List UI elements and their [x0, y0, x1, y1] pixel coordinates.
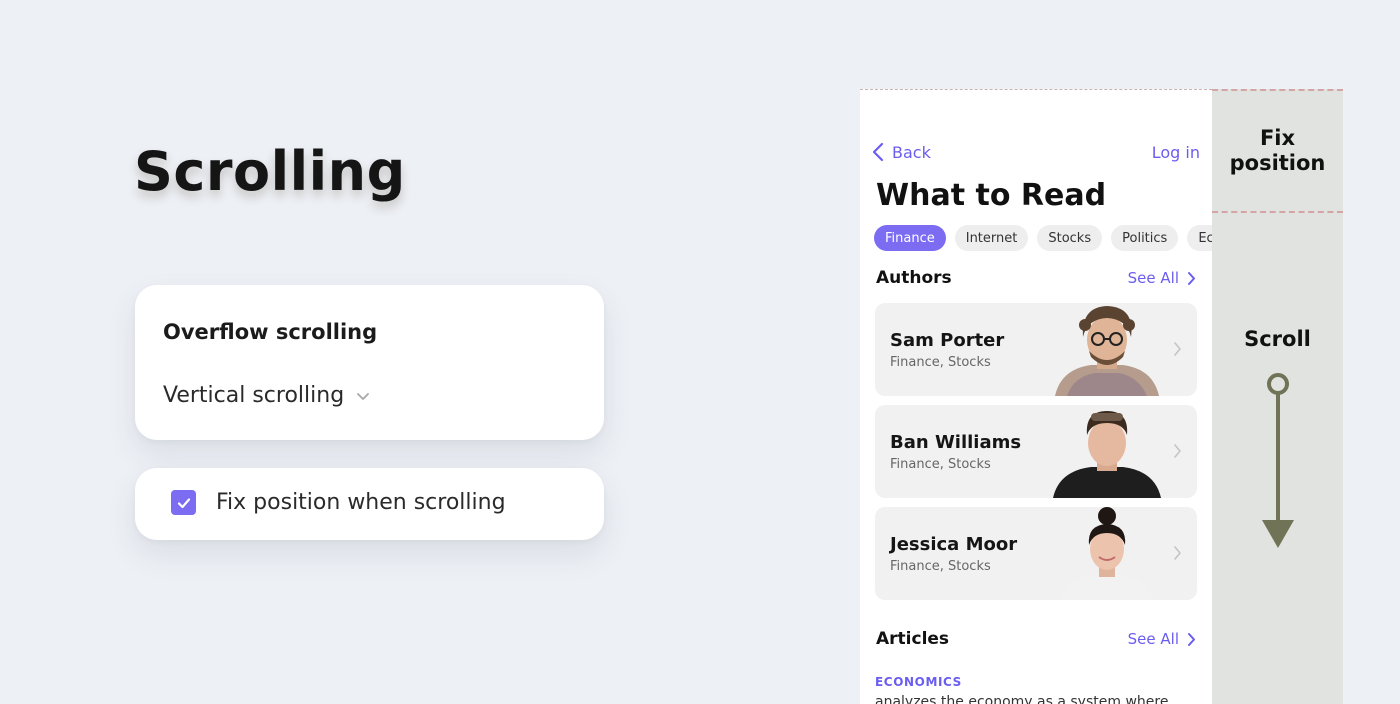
- see-all-label: See All: [1127, 269, 1179, 287]
- fix-position-panel: Fix position when scrolling: [135, 468, 604, 540]
- author-name: Ban Williams: [890, 432, 1022, 453]
- overflow-panel-title: Overflow scrolling: [163, 320, 378, 344]
- author-avatar: [1053, 411, 1161, 498]
- chevron-left-icon: [872, 142, 884, 162]
- author-card[interactable]: Ban Williams Finance, Stocks: [875, 405, 1197, 498]
- select-value: Vertical scrolling: [163, 383, 345, 408]
- fix-position-zone: Fix position: [1212, 89, 1343, 213]
- author-avatar: [1055, 306, 1159, 396]
- chip-economics[interactable]: Econ: [1187, 225, 1212, 251]
- author-name: Sam Porter: [890, 330, 1005, 351]
- chevron-right-icon: [1174, 546, 1181, 560]
- chip-politics[interactable]: Politics: [1111, 225, 1179, 251]
- chevron-right-icon: [1174, 444, 1181, 458]
- scroll-down-arrow-icon: [1262, 373, 1294, 548]
- author-avatar: [1061, 507, 1153, 600]
- fix-position-zone-label: Fix position: [1229, 126, 1326, 175]
- see-all-label: See All: [1127, 630, 1179, 648]
- phone-nav-bar: Back Log in: [872, 142, 1200, 162]
- chevron-right-icon: [1188, 271, 1195, 285]
- articles-section-header: Articles See All: [876, 629, 1196, 649]
- author-card[interactable]: Jessica Moor Finance, Stocks: [875, 507, 1197, 600]
- category-chips: Finance Internet Stocks Politics Econ: [874, 225, 1212, 251]
- back-label: Back: [892, 142, 931, 162]
- author-card[interactable]: Sam Porter Finance, Stocks: [875, 303, 1197, 396]
- chevron-right-icon: [1174, 342, 1181, 356]
- chip-internet[interactable]: Internet: [954, 225, 1029, 251]
- vertical-scrolling-select[interactable]: Vertical scrolling: [163, 383, 370, 408]
- back-button[interactable]: Back: [872, 142, 931, 162]
- phone-preview: Back Log in What to Read Finance Interne…: [860, 89, 1212, 704]
- article-snippet[interactable]: analyzes the economy as a system where: [875, 694, 1168, 704]
- articles-title: Articles: [876, 629, 950, 649]
- authors-title: Authors: [876, 268, 952, 288]
- fix-position-checkbox[interactable]: [171, 490, 196, 515]
- login-link[interactable]: Log in: [1152, 143, 1200, 162]
- author-tags: Finance, Stocks: [890, 559, 991, 574]
- overflow-scrolling-panel: Overflow scrolling Vertical scrolling: [135, 285, 604, 440]
- chevron-down-icon: [357, 392, 370, 400]
- chip-stocks[interactable]: Stocks: [1037, 225, 1103, 251]
- author-tags: Finance, Stocks: [890, 355, 991, 370]
- articles-see-all-link[interactable]: See All: [1128, 630, 1196, 648]
- article-category: ECONOMICS: [875, 675, 962, 689]
- authors-section-header: Authors See All: [876, 268, 1196, 288]
- chevron-right-icon: [1188, 632, 1195, 646]
- chip-finance[interactable]: Finance: [874, 225, 946, 251]
- scroll-zone-label: Scroll: [1244, 327, 1311, 351]
- page-heading: Scrolling: [134, 140, 406, 203]
- fix-position-label: Fix position when scrolling: [216, 490, 506, 515]
- phone-title: What to Read: [876, 178, 1107, 213]
- fix-position-checkbox-row[interactable]: Fix position when scrolling: [171, 490, 506, 515]
- author-name: Jessica Moor: [890, 534, 1018, 555]
- checkmark-icon: [177, 497, 190, 508]
- authors-see-all-link[interactable]: See All: [1128, 269, 1196, 287]
- author-tags: Finance, Stocks: [890, 457, 991, 472]
